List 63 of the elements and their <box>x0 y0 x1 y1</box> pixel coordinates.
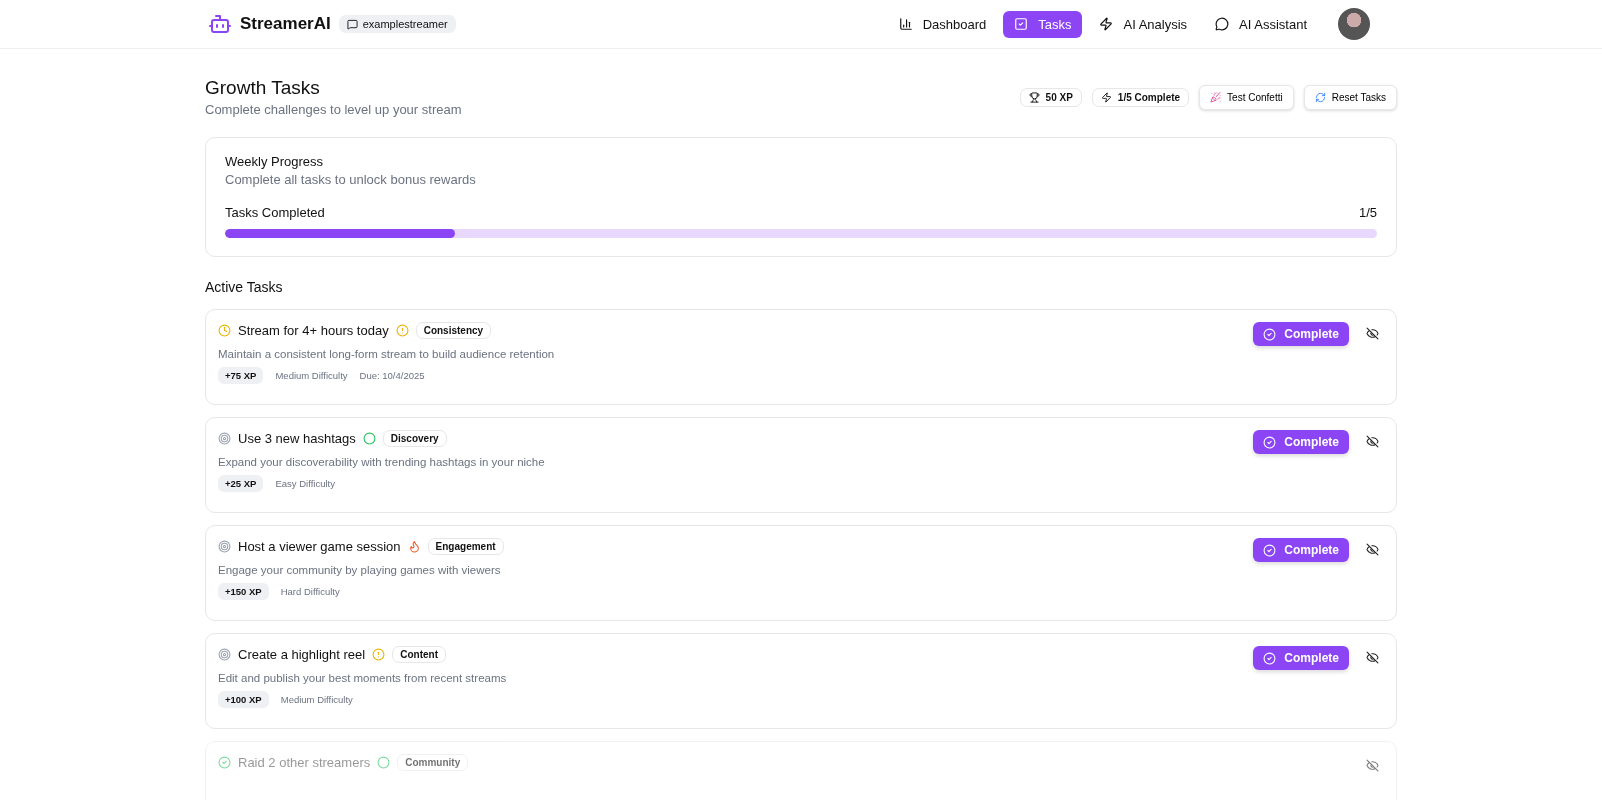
progress-label: Tasks Completed <box>225 205 325 220</box>
task-title: Stream for 4+ hours today <box>238 323 389 338</box>
eye-off-icon <box>1366 543 1379 556</box>
nav-link[interactable]: Dashboard <box>887 10 998 38</box>
progress-count: 1/5 <box>1358 205 1377 220</box>
difficulty-text: Hard Difficulty <box>280 586 340 597</box>
task-description: Maintain a consistent long-form stream to build audience retention <box>218 348 555 360</box>
check-circle-icon <box>1263 327 1277 341</box>
due-date: Due: 10/4/2025 <box>359 370 425 381</box>
eye-off-icon <box>1366 651 1379 664</box>
task-title: Use 3 new hashtags <box>238 431 356 446</box>
task-title: Create a highlight reel <box>238 647 366 662</box>
category-tag: Consistency <box>415 322 492 339</box>
eye-off-icon <box>1366 759 1379 772</box>
confetti-icon <box>1210 92 1222 103</box>
card-title: Weekly Progress <box>225 154 324 169</box>
difficulty-text: Medium Difficulty <box>280 694 353 705</box>
card-subtitle: Complete all tasks to unlock bonus rewards <box>225 172 477 187</box>
category-tag: Discovery <box>382 430 447 447</box>
check-circle-icon <box>1263 651 1277 665</box>
refresh-icon <box>1314 92 1326 103</box>
brand-name: StreamerAI <box>240 14 331 34</box>
xp-badge: +25 XP <box>218 475 264 492</box>
chat-bubble-icon <box>1215 17 1230 31</box>
check-circle-icon <box>1263 435 1277 449</box>
complete-button[interactable]: Complete <box>1253 430 1349 454</box>
complete-button[interactable]: Complete <box>1253 538 1349 562</box>
bar-chart-icon <box>898 17 913 31</box>
task-description: Expand your discoverability with trending hashtags in your niche <box>218 456 545 468</box>
task-description: Engage your community by playing games with viewers <box>218 564 502 576</box>
checkbox-icon <box>1014 17 1029 31</box>
nav-link[interactable]: AI Assistant <box>1204 10 1318 38</box>
xp-badge: +75 XP <box>218 367 264 384</box>
task-title: Host a viewer game session <box>238 539 401 554</box>
action-button[interactable]: Test Confetti <box>1199 85 1294 110</box>
page-subtitle: Complete challenges to level up your stream <box>205 102 462 117</box>
category-tag: Engagement <box>427 538 504 555</box>
eye-off-icon <box>1366 435 1379 448</box>
nav-link[interactable]: Tasks <box>1003 10 1083 38</box>
complete-button[interactable]: Complete <box>1253 322 1349 346</box>
lightning-icon <box>1099 17 1114 31</box>
lightning-icon <box>1100 92 1112 103</box>
difficulty-text: Easy Difficulty <box>275 478 335 489</box>
avatar[interactable] <box>1338 8 1370 40</box>
stat-badge: 1/5 Complete <box>1091 88 1190 107</box>
channel-badge: examplestreamer <box>338 15 456 33</box>
difficulty-text: Medium Difficulty <box>275 370 348 381</box>
section-title: Active Tasks <box>205 279 284 295</box>
eye-off-icon <box>1366 327 1379 340</box>
stat-badge: 50 XP <box>1019 88 1082 107</box>
robot-logo-icon <box>208 12 232 36</box>
nav-link[interactable]: AI Analysis <box>1088 10 1199 38</box>
task-title: Raid 2 other streamers <box>238 755 371 770</box>
xp-badge: +100 XP <box>218 691 269 708</box>
task-description: Edit and publish your best moments from recent streams <box>218 672 507 684</box>
category-tag: Content <box>392 646 446 663</box>
page-title: Growth Tasks <box>205 77 321 99</box>
category-tag: Community <box>397 754 469 771</box>
trophy-icon <box>1028 92 1040 103</box>
complete-button[interactable]: Complete <box>1253 646 1349 670</box>
check-circle-icon <box>1263 543 1277 557</box>
xp-badge: +150 XP <box>218 583 269 600</box>
action-button[interactable]: Reset Tasks <box>1303 85 1397 110</box>
